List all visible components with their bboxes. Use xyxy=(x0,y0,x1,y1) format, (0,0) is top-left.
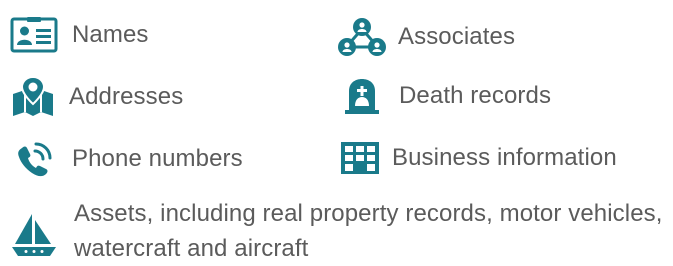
feature-death-records: Death records xyxy=(336,78,551,114)
network-people-icon xyxy=(336,17,388,57)
feature-label: Names xyxy=(72,21,149,48)
feature-label: Addresses xyxy=(69,83,184,110)
feature-addresses: Addresses xyxy=(10,76,183,118)
phone-icon xyxy=(14,139,54,179)
feature-associates: Associates xyxy=(336,17,515,57)
feature-assets: Assets, including real property records,… xyxy=(12,196,673,266)
feature-label: Phone numbers xyxy=(72,145,243,172)
building-icon xyxy=(340,141,380,175)
map-pin-icon xyxy=(10,76,56,118)
feature-label: Associates xyxy=(398,23,516,50)
feature-business-information: Business information xyxy=(336,141,617,175)
tombstone-icon xyxy=(345,78,379,114)
feature-label: Assets, including real property records,… xyxy=(74,200,663,262)
id-card-icon xyxy=(10,17,58,53)
feature-label: Death records xyxy=(399,82,552,109)
feature-label: Business information xyxy=(392,144,617,171)
feature-names: Names xyxy=(10,17,149,53)
feature-phone-numbers: Phone numbers xyxy=(10,139,243,179)
sailboat-icon xyxy=(12,212,56,258)
